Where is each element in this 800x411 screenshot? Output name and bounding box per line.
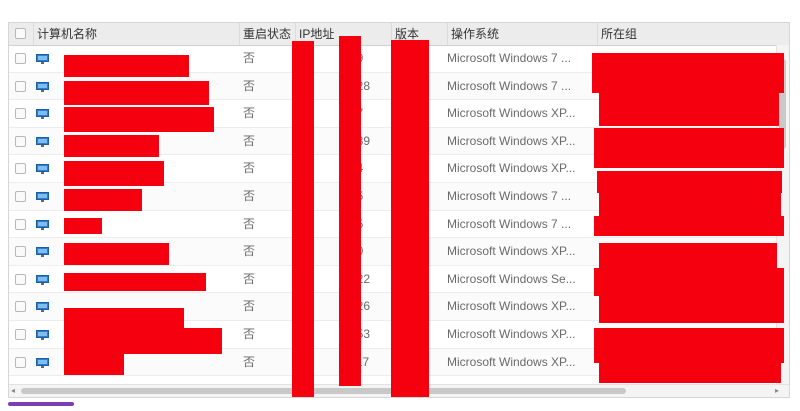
redaction-block [64, 135, 159, 157]
row-checkbox[interactable] [15, 273, 26, 285]
computer-list-grid: 计算机名称 重启状态 IP地址 版本 操作系统 所在组 否99Microsoft… [8, 22, 790, 398]
row-checkbox[interactable] [15, 246, 26, 258]
os-cell: Microsoft Windows 7 ... [447, 216, 572, 231]
row-checkbox[interactable] [15, 218, 26, 230]
computer-icon [36, 219, 49, 230]
reboot-status-cell: 否 [243, 133, 256, 148]
computer-icon [36, 164, 49, 175]
os-cell: Microsoft Windows XP... [447, 327, 576, 341]
redaction-block [64, 273, 206, 291]
os-cell: Microsoft Windows XP... [447, 133, 576, 148]
computer-icon [36, 357, 49, 368]
reboot-status-cell: 否 [243, 78, 256, 93]
redaction-block [594, 268, 784, 296]
select-all-checkbox[interactable] [15, 28, 26, 39]
redaction-block [339, 36, 361, 386]
redaction-block [64, 218, 102, 234]
horizontal-scroll-thumb[interactable] [21, 388, 626, 394]
redaction-block [64, 81, 209, 105]
reboot-status-cell: 否 [243, 271, 256, 286]
os-cell: Microsoft Windows 7 ... [447, 78, 572, 93]
redaction-block [597, 171, 782, 193]
os-cell: Microsoft Windows XP... [447, 299, 576, 314]
os-cell: Microsoft Windows 7 ... [447, 189, 572, 203]
redaction-block [64, 328, 222, 354]
os-cell: Microsoft Windows XP... [447, 161, 576, 176]
reboot-status-cell: 否 [243, 327, 256, 341]
computer-icon [36, 302, 49, 313]
header-group[interactable]: 所在组 [598, 23, 789, 45]
computer-icon [36, 274, 49, 285]
reboot-status-cell: 否 [243, 216, 256, 231]
reboot-status-cell: 否 [243, 299, 256, 314]
computer-icon [36, 81, 49, 92]
redaction-block [64, 243, 169, 265]
header-os[interactable]: 操作系统 [448, 23, 598, 45]
row-checkbox[interactable] [15, 163, 26, 175]
row-checkbox[interactable] [15, 135, 26, 147]
row-checkbox[interactable] [15, 329, 26, 340]
row-checkbox[interactable] [15, 301, 26, 313]
os-cell: Microsoft Windows XP... [447, 244, 576, 259]
redaction-block [599, 293, 784, 323]
row-checkbox[interactable] [15, 191, 26, 202]
redaction-block [64, 161, 164, 186]
row-checkbox[interactable] [15, 356, 26, 368]
redaction-block [599, 88, 779, 126]
reboot-status-cell: 否 [243, 51, 256, 65]
os-cell: Microsoft Windows XP... [447, 106, 576, 121]
os-cell: Microsoft Windows 7 ... [447, 51, 572, 65]
row-checkbox[interactable] [15, 108, 26, 120]
redaction-block [292, 41, 314, 397]
redaction-block [391, 40, 429, 397]
row-checkbox[interactable] [15, 80, 26, 92]
redaction-block [64, 189, 142, 211]
reboot-status-cell: 否 [243, 106, 256, 121]
scroll-left-icon[interactable]: ◂ [11, 386, 15, 396]
footer-accent-bar [8, 402, 74, 406]
computer-icon [36, 247, 49, 258]
reboot-status-cell: 否 [243, 189, 256, 203]
os-cell: Microsoft Windows XP... [447, 354, 576, 369]
redaction-block [594, 216, 784, 236]
row-checkbox[interactable] [15, 53, 26, 64]
header-reboot-status[interactable]: 重启状态 [240, 23, 296, 45]
redaction-block [599, 358, 781, 383]
computer-icon [36, 330, 49, 340]
redaction-block [64, 308, 184, 330]
reboot-status-cell: 否 [243, 244, 256, 259]
scroll-right-icon[interactable]: ▸ [775, 386, 779, 396]
redaction-block [64, 353, 124, 375]
redaction-block [64, 55, 189, 77]
redaction-block [592, 53, 784, 93]
computer-icon [36, 109, 49, 120]
redaction-block [594, 128, 784, 168]
header-select-cell [9, 23, 34, 45]
computer-icon [36, 192, 49, 202]
reboot-status-cell: 否 [243, 354, 256, 369]
computer-icon [36, 54, 49, 64]
redaction-block [64, 107, 214, 132]
computer-icon [36, 136, 49, 147]
reboot-status-cell: 否 [243, 161, 256, 176]
header-computer-name[interactable]: 计算机名称 [34, 23, 240, 45]
os-cell: Microsoft Windows Se... [447, 271, 576, 286]
